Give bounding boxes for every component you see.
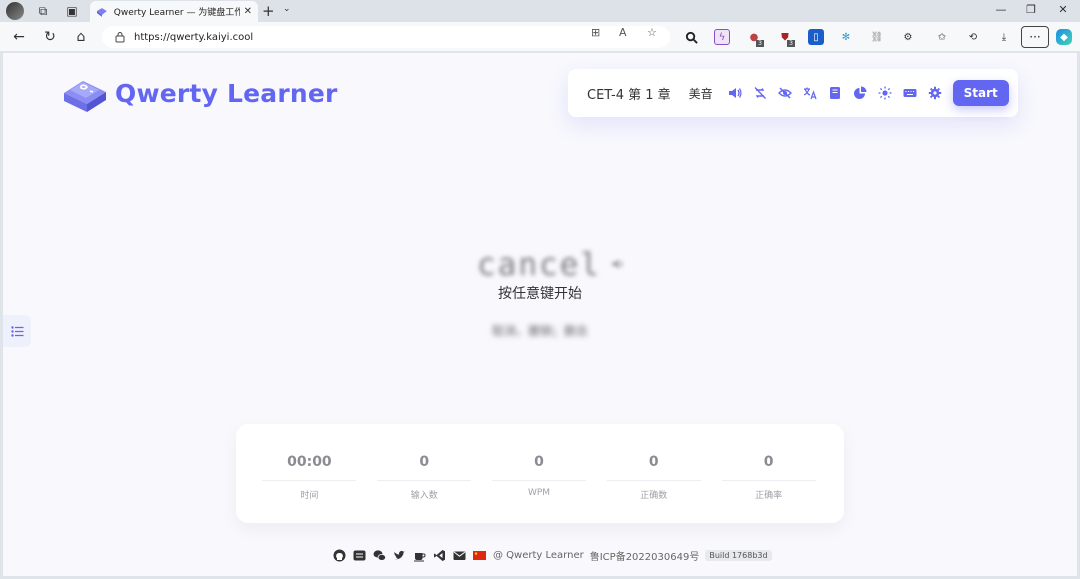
stat-value: 0 bbox=[763, 454, 774, 470]
stat-value: 0 bbox=[648, 454, 659, 470]
extension-bolt-icon[interactable]: ϟ bbox=[714, 29, 730, 45]
page-content: Qwerty Learner CET-4 第 1 章 美音 Start canc… bbox=[3, 53, 1077, 576]
stat-divider bbox=[721, 480, 816, 481]
refresh-icon[interactable]: ↻ bbox=[41, 28, 59, 46]
read-aloud-icon[interactable]: A bbox=[619, 26, 627, 39]
restore-icon[interactable]: ❐ bbox=[1019, 3, 1043, 16]
settings-more-button[interactable]: ··· bbox=[1021, 26, 1049, 48]
brand-title[interactable]: Qwerty Learner bbox=[115, 79, 338, 108]
profile-avatar[interactable] bbox=[6, 2, 24, 20]
word-list-toggle-button[interactable] bbox=[3, 315, 31, 347]
stat-value: 0 bbox=[534, 454, 544, 470]
ublock-icon[interactable]: ⛊ 3 bbox=[777, 29, 795, 47]
build-badge: Build 1768b3d bbox=[705, 549, 772, 561]
stat-accuracy: 0 正确率 bbox=[712, 424, 825, 523]
link-icon[interactable]: ⛓ bbox=[869, 29, 885, 45]
favorite-star-icon[interactable]: ☆ bbox=[647, 26, 657, 39]
history-icon[interactable]: ⟲ bbox=[965, 29, 981, 45]
collections-icon[interactable]: ⧉ bbox=[34, 2, 52, 20]
keyboard-sound-icon[interactable] bbox=[898, 83, 923, 103]
word-translation: 取消，撤销；删去 bbox=[491, 324, 588, 338]
loop-off-icon[interactable] bbox=[748, 83, 773, 103]
stat-divider bbox=[491, 480, 586, 481]
china-flag-icon bbox=[473, 549, 486, 562]
stat-divider bbox=[606, 480, 701, 481]
word-speaker-icon[interactable] bbox=[610, 256, 626, 272]
back-icon[interactable]: ← bbox=[10, 28, 28, 46]
current-word: cancel bbox=[477, 247, 601, 283]
stat-wpm: 0 WPM bbox=[483, 424, 596, 523]
window-close-icon[interactable]: ✕ bbox=[1051, 3, 1075, 16]
stat-input-count: 0 输入数 bbox=[368, 424, 481, 523]
stat-label: 正确率 bbox=[755, 491, 783, 501]
vscode-icon[interactable] bbox=[433, 549, 446, 562]
dictation-book-icon[interactable] bbox=[823, 83, 848, 103]
extensions-puzzle-icon[interactable]: ⚙ bbox=[900, 29, 916, 45]
stat-label: 时间 bbox=[300, 491, 319, 501]
pronunciation-selector[interactable]: 美音 bbox=[689, 85, 713, 102]
theme-sun-icon[interactable] bbox=[873, 83, 898, 103]
browser-toolbar: ← ↻ ⌂ https://qwerty.kaiyi.cool ⊞ A ☆ ϟ … bbox=[0, 22, 1080, 52]
sound-icon[interactable] bbox=[723, 83, 748, 103]
tab-close-icon[interactable]: ✕ bbox=[244, 6, 252, 17]
tab-list-chevron-icon[interactable]: ⌄ bbox=[283, 4, 291, 14]
tab-favicon-icon bbox=[96, 7, 107, 17]
stat-divider bbox=[262, 480, 357, 481]
address-bar[interactable]: https://qwerty.kaiyi.cool bbox=[102, 26, 670, 48]
downloads-icon[interactable]: ⤓ bbox=[996, 29, 1012, 45]
url-text: https://qwerty.kaiyi.cool bbox=[134, 31, 254, 43]
home-icon[interactable]: ⌂ bbox=[72, 28, 90, 46]
stat-label: 输入数 bbox=[410, 491, 438, 501]
copilot-icon[interactable]: ◆ bbox=[1056, 29, 1072, 45]
favorites-icon[interactable]: ✩ bbox=[934, 29, 950, 45]
footer: @ Qwerty Learner 鲁ICP备2022030649号 Build … bbox=[333, 547, 772, 563]
analysis-pie-icon[interactable] bbox=[848, 83, 873, 103]
settings-gear-icon[interactable] bbox=[923, 83, 948, 103]
new-tab-icon[interactable]: + bbox=[262, 2, 275, 20]
browser-tab-active[interactable]: Qwerty Learner — 为键盘工作者 ✕ bbox=[90, 1, 258, 22]
email-icon[interactable] bbox=[453, 549, 466, 562]
start-button[interactable]: Start bbox=[952, 80, 1009, 106]
word-practice-area[interactable]: cancel 按任意键开始 取消，撤销；删去 bbox=[3, 243, 1077, 353]
app-available-icon[interactable]: ⊞ bbox=[591, 26, 600, 39]
stat-correct-count: 0 正确数 bbox=[597, 424, 710, 523]
twitter-icon[interactable] bbox=[393, 549, 406, 562]
hide-word-eye-off-icon[interactable] bbox=[773, 83, 798, 103]
list-icon bbox=[10, 325, 23, 337]
minimize-icon[interactable]: — bbox=[989, 3, 1013, 16]
wechat-icon[interactable] bbox=[373, 549, 386, 562]
browser-tab-strip: ⧉ ▣ Qwerty Learner — 为键盘工作者 ✕ + ⌄ — ❐ ✕ bbox=[0, 0, 1080, 22]
stat-value: 0 bbox=[419, 454, 430, 470]
extension-badge-1-icon[interactable]: ● 3 bbox=[746, 29, 764, 47]
qwerty-logo-icon bbox=[64, 81, 106, 112]
extension-gear-blue-icon[interactable]: ✻ bbox=[838, 29, 854, 45]
bitwarden-icon[interactable]: ▯ bbox=[808, 29, 824, 45]
stat-divider bbox=[377, 480, 472, 481]
dictionary-chapter-selector[interactable]: CET-4 第 1 章 bbox=[587, 84, 671, 103]
xiaohongshu-icon[interactable] bbox=[353, 549, 366, 562]
lock-icon bbox=[115, 32, 125, 43]
tab-actions-icon[interactable]: ▣ bbox=[63, 2, 81, 20]
control-bar: CET-4 第 1 章 美音 Start bbox=[568, 69, 1018, 117]
stat-time: 00:00 时间 bbox=[253, 424, 366, 523]
footer-icp-link[interactable]: 鲁ICP备2022030649号 bbox=[590, 548, 700, 563]
github-icon[interactable] bbox=[333, 549, 346, 562]
tab-title: Qwerty Learner — 为键盘工作者 bbox=[113, 8, 240, 18]
coffee-icon[interactable] bbox=[413, 549, 426, 562]
stat-value: 00:00 bbox=[287, 454, 332, 470]
stat-label: WPM bbox=[527, 488, 551, 498]
search-icon[interactable] bbox=[683, 29, 699, 45]
footer-copyright[interactable]: @ Qwerty Learner bbox=[493, 550, 584, 561]
stats-panel: 00:00 时间 0 输入数 0 WPM 0 正确数 0 正确率 bbox=[236, 424, 844, 523]
stat-label: 正确数 bbox=[640, 491, 668, 501]
translation-icon[interactable] bbox=[798, 83, 823, 103]
press-any-key-hint: 按任意键开始 bbox=[498, 286, 582, 302]
